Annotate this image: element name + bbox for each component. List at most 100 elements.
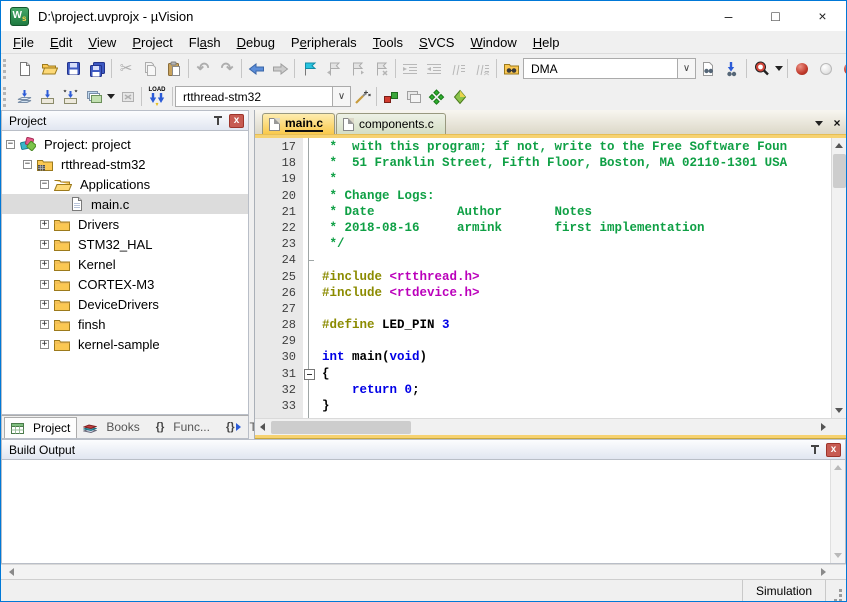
line-number[interactable]: 32 xyxy=(255,382,303,398)
insert-breakpoint-icon[interactable] xyxy=(790,57,814,81)
menu-tools[interactable]: Tools xyxy=(365,33,411,52)
target-combo-dropdown[interactable]: ∨ xyxy=(333,86,351,107)
copy-icon[interactable] xyxy=(138,57,162,81)
line-number[interactable]: 24 xyxy=(255,252,303,268)
line-number[interactable]: 22 xyxy=(255,220,303,236)
vertical-scroll-thumb[interactable] xyxy=(833,154,846,188)
incremental-find-icon[interactable] xyxy=(720,57,744,81)
scroll-left-icon[interactable] xyxy=(4,565,19,580)
line-number[interactable]: 26 xyxy=(255,285,303,301)
pin-icon[interactable] xyxy=(211,114,224,127)
search-combo-input[interactable]: DMA xyxy=(523,58,678,79)
resize-grip[interactable] xyxy=(826,580,846,601)
horizontal-scroll-thumb[interactable] xyxy=(271,421,411,434)
close-document-icon[interactable]: × xyxy=(828,114,846,132)
expand-icon[interactable]: + xyxy=(40,340,49,349)
panel-tab-func[interactable]: {}Func... xyxy=(150,416,216,438)
menu-peripherals[interactable]: Peripherals xyxy=(283,33,365,52)
menu-file[interactable]: File xyxy=(5,33,42,52)
pack-installer-icon[interactable] xyxy=(448,85,471,108)
expand-icon[interactable]: + xyxy=(40,220,49,229)
translate-file-icon[interactable] xyxy=(13,85,36,108)
new-file-icon[interactable] xyxy=(13,57,37,81)
save-all-icon[interactable] xyxy=(85,57,109,81)
scroll-left-icon[interactable] xyxy=(255,420,270,435)
line-number[interactable]: 28 xyxy=(255,317,303,333)
kill-breakpoints-icon[interactable] xyxy=(838,57,846,81)
manage-rte-icon[interactable] xyxy=(425,85,448,108)
uncomment-selection-icon[interactable] xyxy=(470,57,494,81)
scroll-right-icon[interactable] xyxy=(816,565,831,580)
line-number[interactable]: 17 xyxy=(255,139,303,155)
scroll-down-icon[interactable] xyxy=(831,548,846,563)
build-output-content[interactable] xyxy=(1,460,846,564)
previous-bookmark-icon[interactable] xyxy=(321,57,345,81)
tree-item-finsh[interactable]: +finsh xyxy=(2,314,248,334)
tree-item-drivers[interactable]: +Drivers xyxy=(2,214,248,234)
line-number[interactable]: 19 xyxy=(255,171,303,187)
manage-components-icon[interactable] xyxy=(379,85,402,108)
open-file-icon[interactable] xyxy=(37,57,61,81)
line-number[interactable]: 29 xyxy=(255,333,303,349)
navigate-back-icon[interactable] xyxy=(244,57,268,81)
build-output-close-icon[interactable]: x xyxy=(826,443,841,457)
document-tab-components-c[interactable]: components.c xyxy=(336,113,446,134)
tree-item-main-c[interactable]: main.c xyxy=(2,194,248,214)
build-icon[interactable] xyxy=(36,85,59,108)
close-button[interactable]: × xyxy=(799,1,846,31)
expand-icon[interactable]: + xyxy=(40,280,49,289)
tree-item-applications[interactable]: −Applications xyxy=(2,174,248,194)
tree-item-project-project[interactable]: −Project: project xyxy=(2,134,248,154)
collapse-icon[interactable]: − xyxy=(6,140,15,149)
next-bookmark-icon[interactable] xyxy=(345,57,369,81)
clear-bookmarks-icon[interactable] xyxy=(369,57,393,81)
expand-icon[interactable]: + xyxy=(40,320,49,329)
indent-icon[interactable] xyxy=(398,57,422,81)
line-number[interactable]: 23 xyxy=(255,236,303,252)
insert-bookmark-icon[interactable] xyxy=(297,57,321,81)
disable-breakpoint-icon[interactable] xyxy=(814,57,838,81)
bookmarks-zoom-icon[interactable] xyxy=(749,57,773,81)
batch-build-dropdown-icon[interactable] xyxy=(105,85,116,108)
scroll-up-icon[interactable] xyxy=(831,460,846,475)
collapse-icon[interactable]: − xyxy=(23,160,32,169)
tree-item-rtthread-stm32[interactable]: −rtthread-stm32 xyxy=(2,154,248,174)
collapse-icon[interactable]: − xyxy=(40,180,49,189)
outdent-icon[interactable] xyxy=(422,57,446,81)
line-number[interactable]: 18 xyxy=(255,155,303,171)
project-panel-close-icon[interactable]: x xyxy=(229,114,244,128)
target-options-icon[interactable] xyxy=(351,85,374,108)
panel-tab-project[interactable]: Project xyxy=(4,417,77,438)
line-number[interactable]: 33 xyxy=(255,398,303,414)
scroll-down-icon[interactable] xyxy=(832,403,847,418)
target-combo-input[interactable]: rtthread-stm32 xyxy=(175,86,333,107)
scroll-right-icon[interactable] xyxy=(816,420,831,435)
stop-build-icon[interactable] xyxy=(116,85,139,108)
find-in-file-icon[interactable] xyxy=(696,57,720,81)
search-combo-dropdown[interactable]: ∨ xyxy=(678,58,696,79)
toolbar-grip[interactable] xyxy=(3,87,10,107)
line-number[interactable]: 20 xyxy=(255,188,303,204)
redo-icon[interactable]: ↷ xyxy=(215,57,239,81)
line-number[interactable]: 31 xyxy=(255,366,303,382)
rebuild-icon[interactable] xyxy=(59,85,82,108)
tree-item-devicedrivers[interactable]: +DeviceDrivers xyxy=(2,294,248,314)
line-number[interactable]: 27 xyxy=(255,301,303,317)
line-number[interactable]: 30 xyxy=(255,349,303,365)
menu-help[interactable]: Help xyxy=(525,33,568,52)
minimize-button[interactable]: – xyxy=(705,1,752,31)
toolbar-grip[interactable] xyxy=(3,59,10,79)
navigate-forward-icon[interactable] xyxy=(268,57,292,81)
document-tab-main-c[interactable]: main.c xyxy=(262,113,335,134)
menu-edit[interactable]: Edit xyxy=(42,33,80,52)
expand-icon[interactable]: + xyxy=(40,240,49,249)
tab-list-dropdown-icon[interactable] xyxy=(810,114,828,132)
menu-debug[interactable]: Debug xyxy=(229,33,283,52)
cut-icon[interactable]: ✂ xyxy=(114,57,138,81)
file-extensions-icon[interactable] xyxy=(402,85,425,108)
find-in-files-icon[interactable] xyxy=(499,57,523,81)
tree-item-stm32-hal[interactable]: +STM32_HAL xyxy=(2,234,248,254)
scroll-up-icon[interactable] xyxy=(832,138,847,153)
undo-icon[interactable]: ↶ xyxy=(191,57,215,81)
batch-build-icon[interactable] xyxy=(82,85,105,108)
